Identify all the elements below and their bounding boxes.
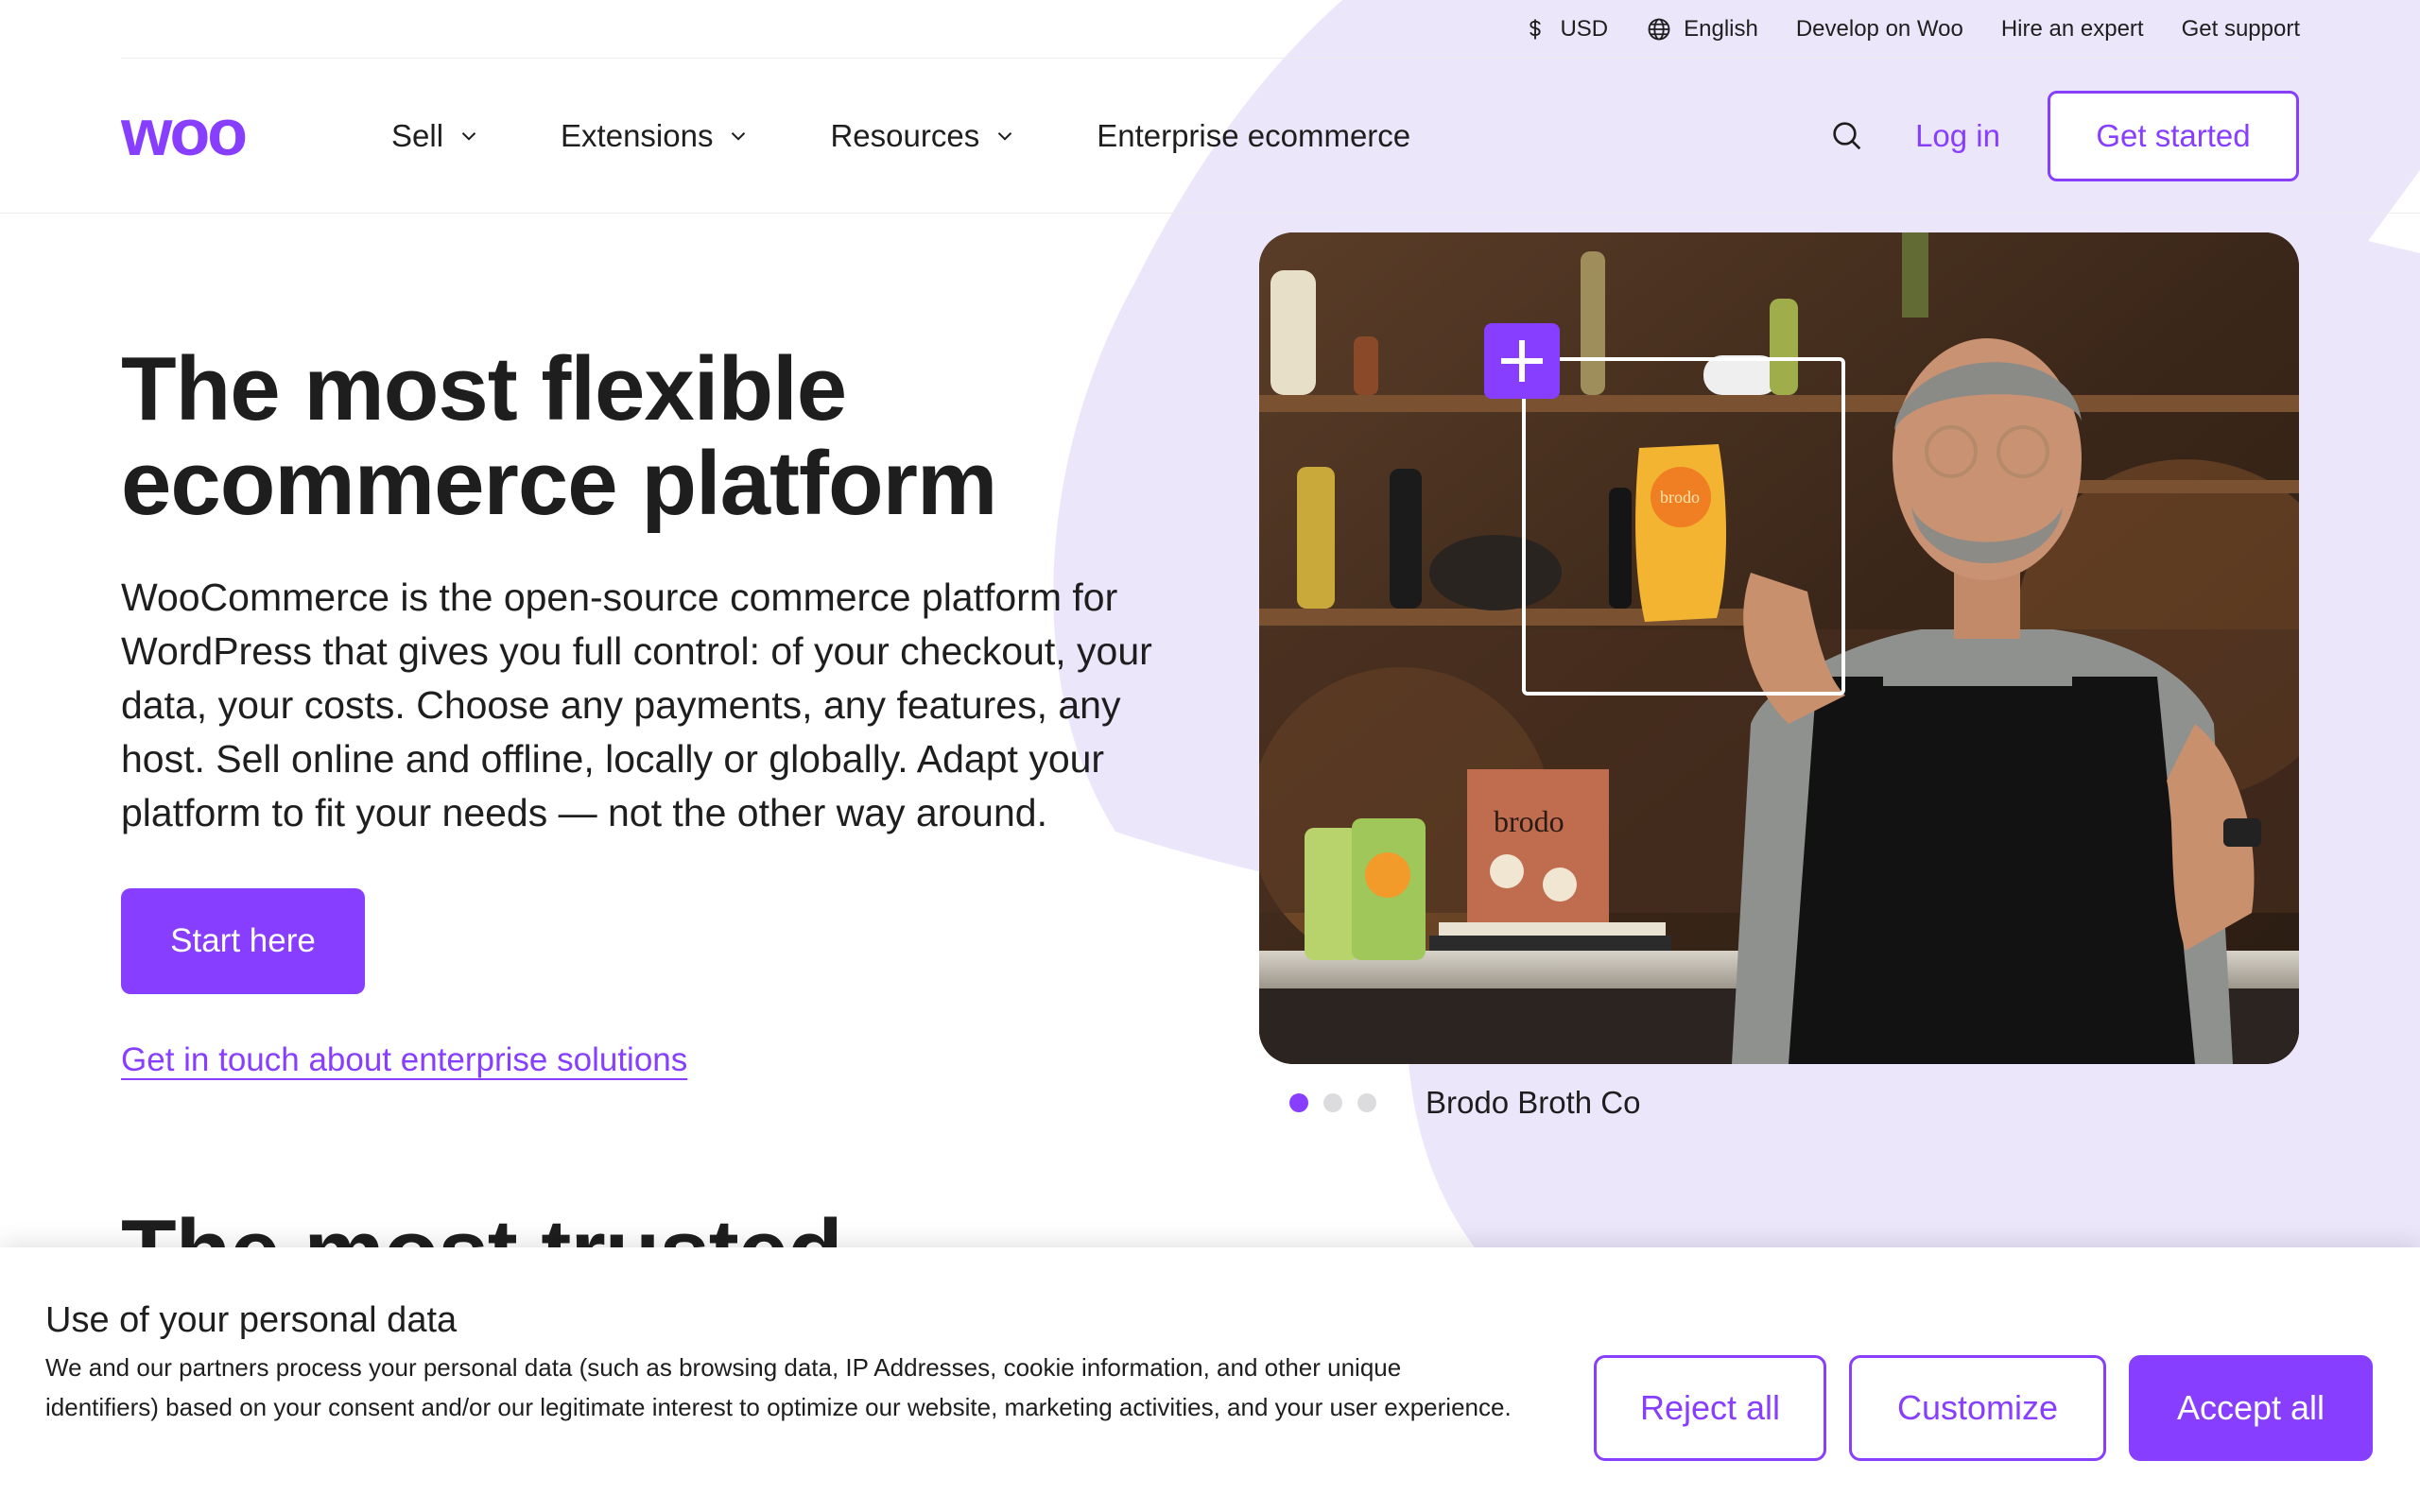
reject-all-button[interactable]: Reject all — [1594, 1355, 1826, 1461]
customize-button[interactable]: Customize — [1849, 1355, 2106, 1461]
hero-photo-illustration: brodo brodo — [1259, 232, 2299, 1064]
cookie-consent-banner: Use of your personal data We and our par… — [0, 1247, 2420, 1512]
login-link[interactable]: Log in — [1915, 118, 2000, 154]
nav-enterprise-label: Enterprise ecommerce — [1097, 118, 1411, 153]
carousel-dot-1[interactable] — [1289, 1093, 1308, 1112]
product-label: brodo — [1660, 488, 1700, 507]
nav-item-sell[interactable]: Sell — [391, 118, 481, 154]
carousel-caption: Brodo Broth Co — [1289, 1085, 1640, 1121]
accept-all-button[interactable]: Accept all — [2129, 1355, 2373, 1461]
cookie-banner-title: Use of your personal data — [45, 1300, 458, 1340]
start-here-button[interactable]: Start here — [121, 888, 365, 994]
search-button[interactable] — [1828, 117, 1866, 155]
hero-title-line1: The most flexible — [121, 338, 847, 439]
book-title: brodo — [1494, 804, 1564, 838]
carousel-dot-2[interactable] — [1323, 1093, 1342, 1112]
globe-icon — [1648, 18, 1670, 40]
currency-selector[interactable]: USD — [1522, 16, 1608, 43]
nav-item-enterprise[interactable]: Enterprise ecommerce — [1097, 118, 1410, 154]
chevron-down-icon — [732, 132, 746, 141]
hero-title-line2: ecommerce platform — [121, 433, 997, 534]
currency-label: USD — [1560, 15, 1609, 42]
nav-item-resources[interactable]: Resources — [830, 118, 1017, 154]
get-support-link[interactable]: Get support — [2182, 16, 2300, 43]
dollar-icon — [1530, 19, 1542, 39]
develop-on-woo-link[interactable]: Develop on Woo — [1796, 16, 1963, 43]
hero-description: WooCommerce is the open-source commerce … — [121, 576, 1152, 834]
get-started-button[interactable]: Get started — [2048, 91, 2299, 181]
search-icon — [1833, 122, 1861, 150]
hero-image: brodo brodo — [1259, 232, 2299, 1064]
chevron-down-icon — [998, 132, 1012, 141]
nav-extensions-label: Extensions — [561, 118, 714, 153]
hero-title: The most flexible ecommerce platform — [121, 342, 1161, 531]
carousel-dot-3[interactable] — [1357, 1093, 1376, 1112]
logo-text: woo — [121, 106, 246, 163]
language-label: English — [1684, 15, 1758, 42]
language-selector[interactable]: English — [1646, 16, 1758, 43]
chevron-down-icon — [461, 132, 476, 141]
main-header: woo Sell Extensions Resources Enterprise… — [0, 59, 2420, 214]
carousel-caption-text: Brodo Broth Co — [1426, 1085, 1641, 1120]
header-actions: Log in Get started — [1828, 59, 2299, 214]
utility-bar: USD English Develop on Woo Hire an exper… — [121, 0, 2300, 59]
cookie-banner-text: We and our partners process your persona… — [45, 1353, 1512, 1421]
cookie-actions: Reject all Customize Accept all — [1594, 1355, 2373, 1461]
nav-sell-label: Sell — [391, 118, 444, 153]
woo-logo[interactable]: woo — [121, 106, 302, 163]
nav-item-extensions[interactable]: Extensions — [561, 118, 751, 154]
enterprise-solutions-link[interactable]: Get in touch about enterprise solutions — [121, 1041, 687, 1079]
hire-an-expert-link[interactable]: Hire an expert — [2001, 16, 2144, 43]
main-nav: Sell Extensions Resources Enterprise eco… — [391, 59, 1490, 214]
nav-resources-label: Resources — [830, 118, 980, 153]
